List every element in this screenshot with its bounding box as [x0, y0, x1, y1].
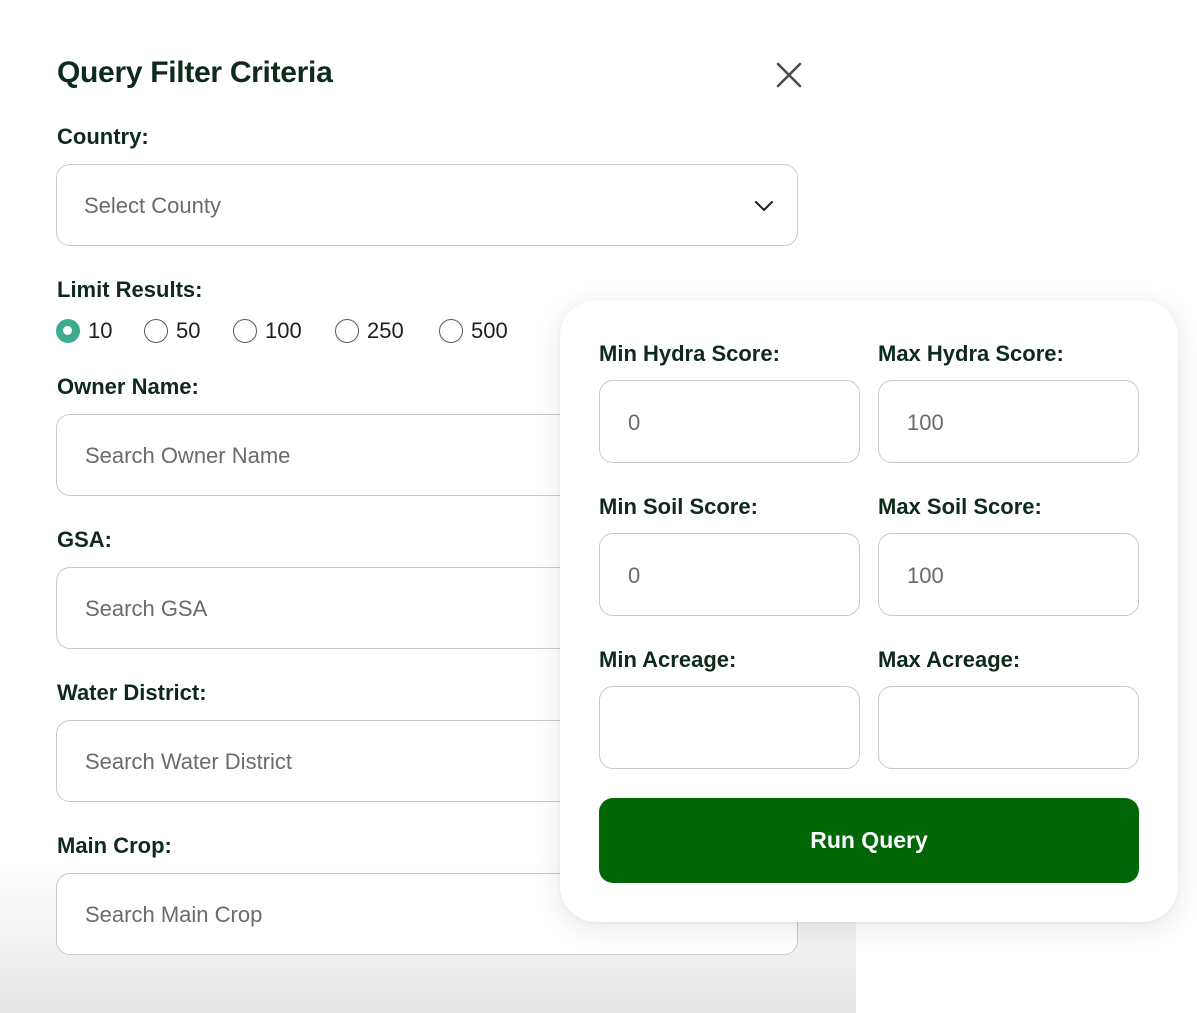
country-select[interactable]: Select County: [56, 164, 798, 246]
limit-option-label: 250: [367, 318, 404, 343]
limit-option-500[interactable]: 500: [439, 316, 508, 346]
max-hydra-score-label: Max Hydra Score:: [878, 341, 1064, 366]
max-soil-score-field: [878, 533, 1139, 617]
close-button[interactable]: [772, 58, 806, 92]
min-hydra-score-input[interactable]: [626, 381, 840, 464]
min-acreage-field: [599, 686, 860, 770]
max-acreage-label: Max Acreage:: [878, 647, 1021, 672]
gsa-label: GSA:: [57, 527, 112, 552]
min-acreage-input[interactable]: [626, 687, 840, 770]
min-soil-score-label: Min Soil Score:: [599, 494, 758, 519]
max-soil-score-input[interactable]: [905, 534, 1119, 617]
limit-option-label: 50: [176, 318, 201, 343]
max-soil-score-label: Max Soil Score:: [878, 494, 1042, 519]
water-district-label: Water District:: [57, 680, 207, 705]
radio-icon: [233, 319, 257, 343]
run-query-button[interactable]: Run Query: [599, 798, 1139, 883]
country-select-value: Select County: [84, 193, 221, 218]
min-soil-score-field: [599, 533, 860, 617]
max-acreage-input[interactable]: [905, 687, 1119, 770]
limit-option-label: 500: [471, 318, 508, 343]
min-hydra-score-label: Min Hydra Score:: [599, 341, 780, 366]
radio-selected-icon: [56, 319, 80, 343]
dialog-title: Query Filter Criteria: [57, 56, 333, 89]
limit-option-label: 100: [265, 318, 302, 343]
score-filter-card: Min Hydra Score: Max Hydra Score: Min So…: [560, 300, 1178, 922]
limit-option-label: 10: [88, 318, 113, 343]
owner-name-label: Owner Name:: [57, 374, 199, 399]
radio-icon: [144, 319, 168, 343]
radio-icon: [439, 319, 463, 343]
min-hydra-score-field: [599, 380, 860, 464]
limit-option-250[interactable]: 250: [335, 316, 404, 346]
radio-icon: [335, 319, 359, 343]
main-crop-label: Main Crop:: [57, 833, 172, 858]
max-hydra-score-input[interactable]: [905, 381, 1119, 464]
max-acreage-field: [878, 686, 1139, 770]
min-soil-score-input[interactable]: [626, 534, 840, 617]
country-label: Country:: [57, 124, 149, 149]
chevron-down-icon: [755, 201, 773, 211]
limit-option-100[interactable]: 100: [233, 316, 302, 346]
limit-results-label: Limit Results:: [57, 277, 203, 302]
limit-option-10[interactable]: 10: [56, 316, 112, 346]
close-icon: [776, 62, 802, 88]
max-hydra-score-field: [878, 380, 1139, 464]
limit-option-50[interactable]: 50: [144, 316, 200, 346]
min-acreage-label: Min Acreage:: [599, 647, 737, 672]
